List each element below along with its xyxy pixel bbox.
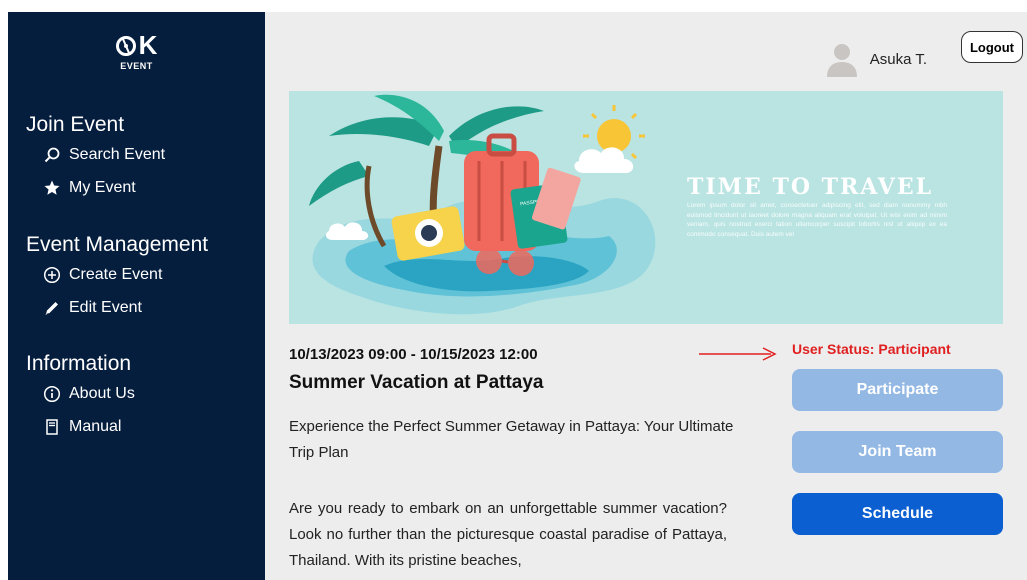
nav-heading: Event Management: [26, 233, 209, 256]
sidebar-item-search-event[interactable]: Search Event: [43, 138, 165, 171]
search-icon: [43, 146, 61, 164]
plus-circle-icon: [43, 266, 61, 284]
sidebar-item-label: Create Event: [69, 265, 163, 283]
sidebar-item-edit-event[interactable]: Edit Event: [43, 291, 208, 324]
arrow-right-icon: [699, 347, 777, 361]
sidebar-item-create-event[interactable]: Create Event: [43, 258, 208, 291]
nav-heading: Join Event: [26, 113, 125, 136]
banner-title: TIME TO TRAVEL: [687, 174, 934, 200]
schedule-button[interactable]: Schedule: [792, 493, 1003, 535]
sidebar-item-manual[interactable]: Manual: [43, 410, 135, 443]
event-banner-image: PASSPORT TIME TO TRAVEL Lorem ipsum dolo…: [289, 91, 1003, 324]
sidebar-item-label: Manual: [69, 417, 122, 435]
join-team-button[interactable]: Join Team: [792, 431, 1003, 473]
sidebar: K EVENT Join Event Search Event My Event…: [8, 12, 265, 580]
event-date-range: 10/13/2023 09:00 - 10/15/2023 12:00: [289, 346, 538, 363]
user-profile[interactable]: Asuka T.: [824, 40, 927, 78]
logo-circle-icon: [115, 35, 136, 56]
main-content: Asuka T. Logout PASSPORT TIME TO TRAVEL …: [265, 12, 1027, 580]
sidebar-item-label: Edit Event: [69, 298, 142, 316]
sidebar-item-label: Search Event: [69, 145, 166, 163]
event-title: Summer Vacation at Pattaya: [289, 372, 544, 393]
sidebar-item-about-us[interactable]: About Us: [43, 377, 135, 410]
logout-button[interactable]: Logout: [961, 31, 1023, 63]
nav-section-event-management: Event Management Create Event Edit Event: [26, 232, 208, 324]
pencil-icon: [43, 299, 61, 317]
sidebar-item-label: About Us: [69, 384, 135, 402]
info-icon: [43, 385, 61, 403]
logo-text: K: [138, 30, 159, 60]
sidebar-item-label: My Event: [69, 178, 136, 196]
nav-heading: Information: [26, 352, 132, 375]
participate-button[interactable]: Participate: [792, 369, 1003, 411]
app-logo[interactable]: K EVENT: [8, 30, 265, 71]
star-icon: [43, 179, 61, 197]
event-subtitle: Experience the Perfect Summer Getaway in…: [289, 418, 734, 461]
logo-subtitle: EVENT: [120, 60, 153, 71]
user-status-label: User Status: Participant: [792, 341, 951, 357]
document-icon: [43, 418, 61, 436]
sidebar-item-my-event[interactable]: My Event: [43, 171, 165, 204]
event-description: Are you ready to embark on an unforgetta…: [289, 500, 727, 569]
banner-body-text: Lorem ipsum dolor sit amet, consectetuer…: [687, 202, 947, 238]
avatar: [826, 44, 857, 77]
user-name: Asuka T.: [869, 50, 927, 68]
nav-section-information: Information About Us Manual: [26, 351, 135, 443]
nav-section-join-event: Join Event Search Event My Event: [26, 112, 165, 204]
